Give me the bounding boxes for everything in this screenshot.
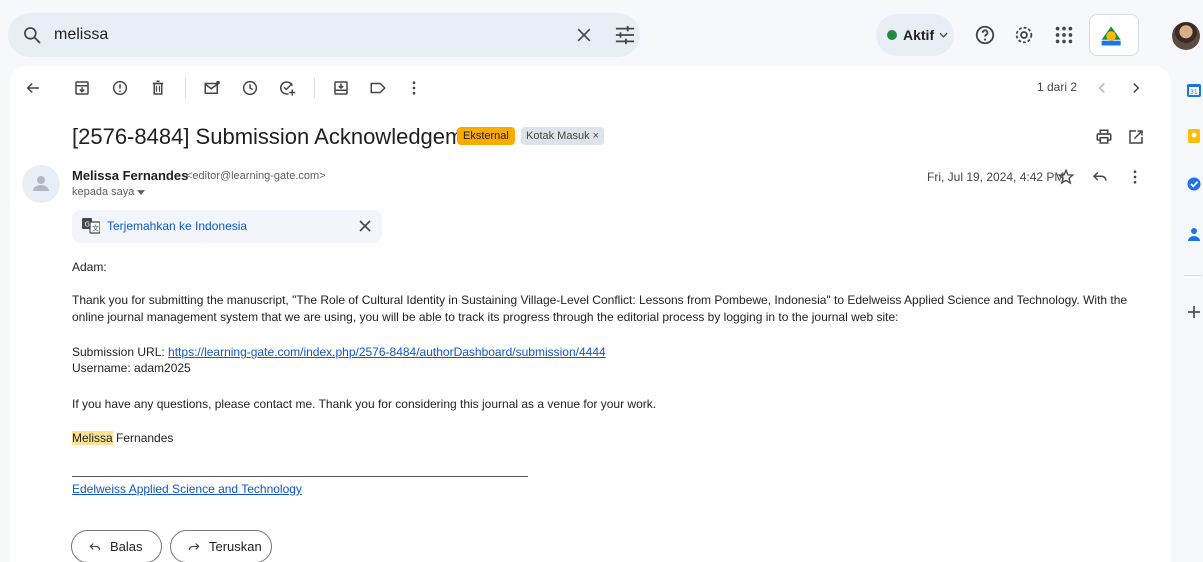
keep-notes-icon[interactable] bbox=[1186, 128, 1202, 144]
reply-icon[interactable] bbox=[1091, 168, 1109, 186]
more-options-icon[interactable] bbox=[405, 79, 423, 97]
older-chevron-right-icon[interactable] bbox=[1127, 79, 1145, 97]
translate-link[interactable]: Terjemahkan ke Indonesia bbox=[107, 219, 247, 233]
report-spam-icon[interactable] bbox=[111, 79, 129, 97]
mark-unread-icon[interactable] bbox=[203, 79, 221, 97]
journal-link[interactable]: Edelweiss Applied Science and Technology bbox=[72, 482, 302, 496]
person-placeholder-icon bbox=[33, 176, 49, 191]
forward-button-label: Teruskan bbox=[209, 539, 262, 554]
archive-icon[interactable] bbox=[73, 79, 91, 97]
submission-url-line: Submission URL: https://learning-gate.co… bbox=[72, 344, 606, 361]
username-line: Username: adam2025 bbox=[72, 361, 191, 375]
contacts-icon[interactable] bbox=[1186, 226, 1202, 242]
recipient-dropdown[interactable]: kepada saya bbox=[72, 186, 146, 198]
sender-name[interactable]: Melissa Fernandes bbox=[72, 168, 188, 183]
reply-button[interactable]: Balas bbox=[71, 530, 162, 562]
external-label-chip: Eksternal bbox=[457, 127, 515, 145]
calendar-icon[interactable]: 31 bbox=[1186, 82, 1202, 98]
help-icon[interactable] bbox=[974, 24, 996, 46]
search-bar[interactable] bbox=[8, 13, 640, 57]
label-tag-icon[interactable] bbox=[369, 79, 387, 97]
email-signature: Melissa Fernandes bbox=[72, 430, 173, 447]
svg-text:G: G bbox=[85, 221, 90, 229]
organization-logo[interactable] bbox=[1089, 14, 1139, 56]
add-task-icon[interactable] bbox=[278, 79, 296, 97]
print-icon[interactable] bbox=[1095, 128, 1113, 146]
email-date: Fri, Jul 19, 2024, 4:42 PM bbox=[927, 170, 1065, 184]
signature-divider bbox=[72, 476, 528, 477]
search-options-icon[interactable] bbox=[614, 25, 636, 45]
forward-button[interactable]: Teruskan bbox=[170, 530, 272, 562]
toolbar-divider bbox=[314, 78, 315, 98]
newer-chevron-left-icon[interactable] bbox=[1093, 79, 1111, 97]
journal-link-line: Edelweiss Applied Science and Technology bbox=[72, 481, 302, 498]
tasks-icon[interactable] bbox=[1186, 176, 1202, 192]
message-more-icon[interactable] bbox=[1126, 168, 1144, 186]
inbox-label-text: Kotak Masuk bbox=[526, 130, 590, 142]
svg-text:文: 文 bbox=[92, 224, 99, 233]
reply-button-label: Balas bbox=[110, 539, 143, 554]
translate-icon: G文 bbox=[82, 218, 100, 234]
email-subject: [2576-8484] Submission Acknowledgement bbox=[72, 124, 494, 149]
status-label: Aktif bbox=[903, 27, 935, 43]
remove-label-close-icon[interactable]: × bbox=[593, 130, 599, 142]
back-arrow-icon[interactable] bbox=[24, 79, 42, 97]
sender-email: <editor@learning-gate.com> bbox=[186, 170, 326, 182]
settings-gear-icon[interactable] bbox=[1013, 24, 1035, 46]
recipient-label: kepada saya bbox=[72, 186, 135, 198]
add-plus-icon[interactable] bbox=[1186, 304, 1202, 320]
snooze-clock-icon[interactable] bbox=[241, 79, 259, 97]
search-highlight: Melissa bbox=[72, 431, 113, 445]
organization-logo-icon bbox=[1101, 26, 1121, 46]
reply-arrow-icon bbox=[89, 542, 101, 550]
pagination-label: 1 dari 2 bbox=[1037, 80, 1078, 94]
active-status-dot bbox=[887, 30, 897, 40]
rail-divider bbox=[1184, 275, 1202, 276]
close-icon[interactable] bbox=[358, 219, 372, 233]
toolbar-divider bbox=[185, 78, 186, 98]
inbox-label-chip: Kotak Masuk × bbox=[521, 127, 605, 145]
submission-url-link[interactable]: https://learning-gate.com/index.php/2576… bbox=[168, 345, 606, 359]
submission-url-label: Submission URL: bbox=[72, 345, 165, 359]
search-input[interactable] bbox=[54, 23, 534, 47]
account-avatar[interactable] bbox=[1172, 22, 1200, 50]
chevron-down-icon bbox=[939, 32, 948, 38]
email-greeting: Adam: bbox=[72, 260, 107, 274]
signature-last-name: Fernandes bbox=[116, 431, 174, 445]
svg-text:31: 31 bbox=[1190, 89, 1198, 96]
top-bar: Aktif bbox=[0, 0, 1203, 66]
forward-arrow-icon bbox=[188, 542, 200, 550]
clear-search-icon[interactable] bbox=[574, 25, 594, 45]
translate-bar: G文 Terjemahkan ke Indonesia bbox=[72, 210, 382, 243]
search-icon[interactable] bbox=[22, 25, 42, 45]
status-selector[interactable]: Aktif bbox=[876, 14, 954, 56]
delete-trash-icon[interactable] bbox=[149, 79, 167, 97]
move-to-icon[interactable] bbox=[332, 79, 350, 97]
open-new-window-icon[interactable] bbox=[1127, 128, 1145, 146]
caret-down-icon bbox=[137, 190, 146, 195]
sender-avatar[interactable] bbox=[22, 165, 60, 203]
email-paragraph: Thank you for submitting the manuscript,… bbox=[72, 293, 1128, 324]
apps-grid-icon[interactable] bbox=[1053, 24, 1075, 46]
email-paragraph: If you have any questions, please contac… bbox=[72, 397, 657, 411]
star-icon[interactable] bbox=[1057, 168, 1075, 186]
